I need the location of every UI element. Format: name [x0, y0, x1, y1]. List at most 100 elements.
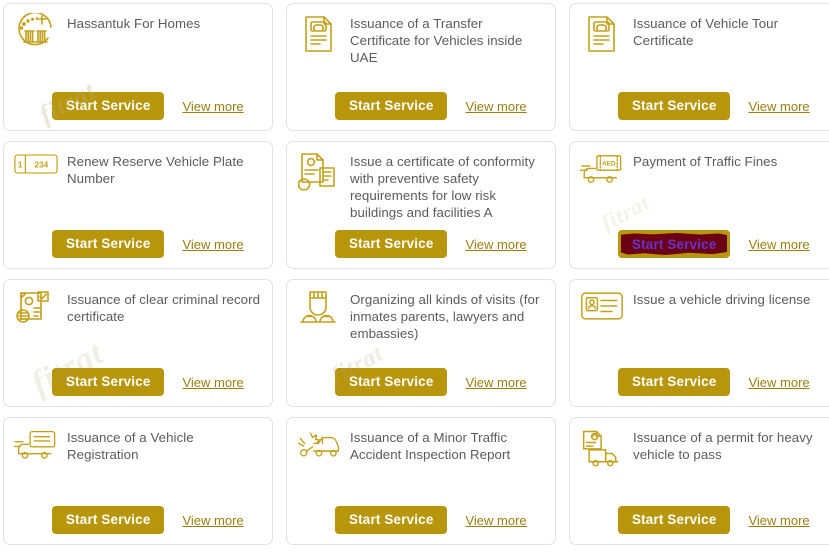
service-title: Payment of Traffic Fines	[633, 154, 778, 169]
start-service-button[interactable]: Start Service	[52, 368, 165, 396]
start-service-button[interactable]: Start Service	[335, 230, 448, 258]
start-service-label: Start Service	[632, 374, 717, 389]
start-service-label: Start Service	[66, 512, 151, 527]
view-more-link[interactable]: View more	[182, 375, 243, 390]
service-card-actions: Start Service View more	[14, 92, 262, 122]
service-card[interactable]: Issuance of a Vehicle Registration Start…	[3, 417, 273, 545]
plate-number: 234	[34, 159, 48, 169]
service-card-header: Issuance of Vehicle Tour Certificate	[580, 13, 828, 55]
start-service-label: Start Service	[66, 374, 151, 389]
start-service-label: Start Service	[632, 512, 717, 527]
id-card-icon	[580, 289, 624, 331]
start-service-button[interactable]: Start Service	[52, 506, 165, 534]
service-card-actions: Start Service View more	[297, 92, 545, 122]
service-card-header: 1 234 Renew Reserve Vehicle Plate Number	[14, 151, 262, 193]
car-banknote-icon: AED	[580, 151, 624, 193]
service-card-actions: Start Service View more	[297, 230, 545, 260]
start-service-button[interactable]: Start Service	[335, 368, 448, 396]
service-card-header: Issuance of a Minor Traffic Accident Ins…	[297, 427, 545, 469]
start-service-label: Start Service	[349, 512, 434, 527]
service-card-actions: Start Service View more	[580, 92, 828, 122]
start-service-button[interactable]: Start Service	[335, 506, 448, 534]
start-service-label: Start Service	[349, 236, 434, 251]
service-card-header: Issue a vehicle driving license	[580, 289, 828, 331]
hassantuk-logo-icon	[14, 13, 58, 55]
truck-permit-icon	[580, 427, 624, 469]
service-title: Issuance of clear criminal record certif…	[67, 292, 261, 324]
vehicle-document-icon	[297, 13, 341, 55]
start-service-label: Start Service	[66, 236, 151, 251]
service-title: Issuance of a Vehicle Registration	[67, 430, 194, 462]
service-card-header: Organizing all kinds of visits (for inma…	[297, 289, 545, 342]
service-card[interactable]: Hassantuk For Homes Start Service View m…	[3, 3, 273, 131]
service-card-header: AED Payment of Traffic Fines	[580, 151, 828, 193]
car-card-icon	[14, 427, 58, 469]
start-service-button[interactable]: Start Service	[618, 506, 731, 534]
view-more-link[interactable]: View more	[748, 513, 809, 528]
criminal-record-icon	[14, 289, 58, 331]
plate-emirate-code: 1	[18, 159, 23, 169]
start-service-button[interactable]: Start Service	[335, 92, 448, 120]
banknote-currency: AED	[602, 161, 616, 168]
start-service-button[interactable]: Start Service Start Service	[618, 230, 731, 258]
service-card-header: Issuance of a Transfer Certificate for V…	[297, 13, 545, 66]
start-service-label: Start Service	[632, 236, 717, 252]
view-more-link[interactable]: View more	[182, 513, 243, 528]
service-card-actions: Start Service View more	[297, 368, 545, 398]
view-more-link[interactable]: View more	[465, 513, 526, 528]
view-more-link[interactable]: View more	[748, 99, 809, 114]
service-card[interactable]: Issuance of clear criminal record certif…	[3, 279, 273, 407]
service-card[interactable]: Issuance of a permit for heavy vehicle t…	[569, 417, 829, 545]
service-card[interactable]: Issuance of a Minor Traffic Accident Ins…	[286, 417, 556, 545]
view-more-link[interactable]: View more	[748, 237, 809, 252]
service-title: Issuance of a permit for heavy vehicle t…	[633, 430, 813, 462]
start-service-button[interactable]: Start Service	[618, 368, 731, 396]
view-more-link[interactable]: View more	[182, 99, 243, 114]
service-card[interactable]: Issuance of Vehicle Tour Certificate Sta…	[569, 3, 829, 131]
service-title: Organizing all kinds of visits (for inma…	[350, 292, 540, 341]
service-title: Issue a certificate of conformity with p…	[350, 154, 535, 220]
certificate-documents-icon	[297, 151, 341, 193]
start-service-button[interactable]: Start Service	[618, 92, 731, 120]
inmate-person-icon	[297, 289, 341, 331]
service-card-header: Issue a certificate of conformity with p…	[297, 151, 545, 221]
car-collision-icon	[297, 427, 341, 469]
service-card[interactable]: AED Payment of Traffic Fines Start Servi…	[569, 141, 829, 269]
service-card[interactable]: Issue a certificate of conformity with p…	[286, 141, 556, 269]
service-card-header: Issuance of a Vehicle Registration	[14, 427, 262, 469]
service-card[interactable]: Issue a vehicle driving license Start Se…	[569, 279, 829, 407]
start-service-button[interactable]: Start Service	[52, 92, 165, 120]
service-title: Issue a vehicle driving license	[633, 292, 811, 307]
service-title: Issuance of a Transfer Certificate for V…	[350, 16, 523, 65]
service-title: Hassantuk For Homes	[67, 16, 201, 31]
service-card-actions: Start Service View more	[14, 230, 262, 260]
start-service-button[interactable]: Start Service	[52, 230, 165, 258]
service-card[interactable]: Issuance of a Transfer Certificate for V…	[286, 3, 556, 131]
service-card-header: Hassantuk For Homes	[14, 13, 262, 55]
start-service-label: Start Service	[349, 98, 434, 113]
service-title: Issuance of a Minor Traffic Accident Ins…	[350, 430, 511, 462]
view-more-link[interactable]: View more	[465, 99, 526, 114]
service-card-header: Issuance of clear criminal record certif…	[14, 289, 262, 331]
service-card-actions: Start Service View more	[580, 506, 828, 536]
service-card[interactable]: Organizing all kinds of visits (for inma…	[286, 279, 556, 407]
view-more-link[interactable]: View more	[465, 237, 526, 252]
service-card-header: Issuance of a permit for heavy vehicle t…	[580, 427, 828, 469]
services-grid: Hassantuk For Homes Start Service View m…	[0, 0, 829, 548]
service-card-actions: Start Service View more	[14, 506, 262, 536]
view-more-link[interactable]: View more	[465, 375, 526, 390]
service-title: Renew Reserve Vehicle Plate Number	[67, 154, 244, 186]
service-card-actions: Start Service View more	[580, 368, 828, 398]
service-title: Issuance of Vehicle Tour Certificate	[633, 16, 779, 48]
view-more-link[interactable]: View more	[182, 237, 243, 252]
service-card-actions: Start Service View more	[14, 368, 262, 398]
service-card-actions: Start Service View more	[297, 506, 545, 536]
vehicle-document-icon	[580, 13, 624, 55]
license-plate-icon: 1 234	[14, 151, 58, 193]
view-more-link[interactable]: View more	[748, 375, 809, 390]
service-card[interactable]: 1 234 Renew Reserve Vehicle Plate Number…	[3, 141, 273, 269]
start-service-label: Start Service	[349, 374, 434, 389]
start-service-label: Start Service	[632, 98, 717, 113]
start-service-label: Start Service	[66, 98, 151, 113]
service-card-actions: Start Service Start Service View more	[580, 230, 828, 260]
